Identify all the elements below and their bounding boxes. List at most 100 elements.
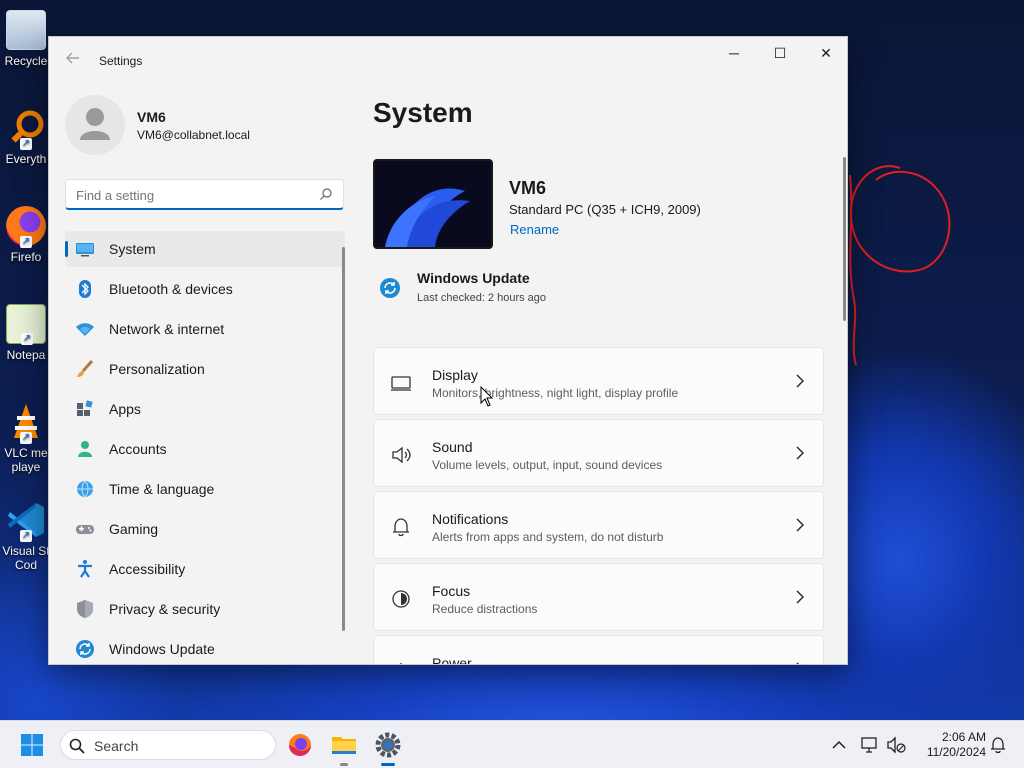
accessibility-icon — [78, 560, 92, 578]
device-name: VM6 — [509, 178, 547, 198]
sidebar-item-label: Personalization — [109, 361, 205, 377]
notification-bell-icon[interactable] — [988, 735, 1008, 755]
sidebar-item-label: Time & language — [109, 481, 215, 497]
sidebar-item-windows-update[interactable]: Windows Update — [65, 631, 345, 664]
device-model: Standard PC (Q35 + ICH9, 2009) — [509, 202, 701, 217]
shortcut-arrow-icon: ↗ — [20, 138, 32, 150]
desktop-icon-vscode[interactable]: ↗ Visual St Cod — [0, 500, 52, 572]
main-scrollbar[interactable] — [843, 157, 846, 321]
sidebar-item-accounts[interactable]: Accounts — [65, 431, 345, 467]
taskbar: Search 2:06 AM 11/20/2024 — [0, 720, 1024, 768]
chevron-right-icon — [796, 518, 805, 532]
rename-link[interactable]: Rename — [510, 222, 559, 237]
sidebar-item-label: Privacy & security — [109, 601, 221, 617]
sidebar-item-gaming[interactable]: Gaming — [65, 511, 345, 547]
profile-email: VM6@collabnet.local — [137, 128, 250, 142]
chevron-right-icon — [796, 662, 800, 664]
desktop-icon-label: Recycle — [4, 54, 48, 68]
windows-bloom-image — [375, 161, 491, 247]
search-input[interactable] — [76, 186, 306, 204]
card-title: Sound — [432, 439, 473, 455]
sidebar-item-label: Gaming — [109, 521, 159, 537]
red-scribble-annotation — [840, 165, 951, 366]
apps-icon — [77, 400, 93, 416]
windows-update-status: Last checked: 2 hours ago — [417, 292, 547, 304]
card-subtitle: Reduce distractions — [432, 602, 538, 616]
power-card[interactable]: Power — [373, 635, 824, 665]
desktop-icon-notepad[interactable]: ↗ Notepa — [0, 304, 52, 362]
card-title: Power — [432, 655, 472, 665]
sidebar-item-privacy-security[interactable]: Privacy & security — [65, 591, 345, 627]
sidebar-item-accessibility[interactable]: Accessibility — [65, 551, 345, 587]
card-title: Focus — [432, 583, 471, 599]
windows-start-icon[interactable] — [20, 733, 44, 757]
speaker-icon — [392, 446, 411, 464]
shortcut-arrow-icon: ↗ — [20, 432, 32, 444]
taskbar-firefox[interactable] — [284, 729, 316, 761]
sidebar-item-label: Apps — [109, 401, 141, 417]
notepad-plus-plus-icon: ↗ — [6, 304, 46, 345]
desktop-icon-vlc[interactable]: ↗ VLC me playe — [0, 402, 52, 474]
display-card[interactable]: Display Monitors, brightness, night ligh… — [373, 347, 824, 415]
taskbar-search[interactable]: Search — [60, 730, 276, 760]
sidebar-item-label: Accessibility — [109, 561, 186, 577]
sidebar-nav: System Bluetooth & devices Network & int… — [65, 231, 345, 664]
settings-cards-list: Display Monitors, brightness, night ligh… — [373, 347, 824, 665]
avatar — [65, 95, 125, 155]
paintbrush-icon — [77, 359, 94, 377]
wifi-icon — [76, 323, 94, 336]
notifications-card[interactable]: Notifications Alerts from apps and syste… — [373, 491, 824, 559]
system-clock[interactable]: 2:06 AM 11/20/2024 — [912, 730, 986, 760]
everything-search-icon: ↗ — [6, 108, 46, 150]
sidebar-item-bluetooth[interactable]: Bluetooth & devices — [65, 271, 345, 307]
taskbar-settings[interactable] — [372, 729, 404, 766]
sidebar-item-label: Network & internet — [109, 321, 225, 337]
firefox-icon: ↗ — [6, 206, 46, 248]
network-icon[interactable] — [860, 735, 880, 755]
clock-time: 2:06 AM — [941, 730, 986, 744]
sidebar-item-time-language[interactable]: Time & language — [65, 471, 345, 507]
card-subtitle: Alerts from apps and system, do not dist… — [432, 530, 664, 544]
back-button[interactable] — [63, 51, 83, 71]
shortcut-arrow-icon: ↗ — [21, 333, 33, 345]
sidebar-scrollbar[interactable] — [342, 247, 345, 631]
windows-update-icon — [380, 278, 400, 298]
close-button[interactable]: ✕ — [803, 37, 847, 69]
windows-update-title[interactable]: Windows Update — [417, 270, 530, 286]
volume-muted-icon[interactable] — [886, 735, 906, 755]
minimize-button[interactable]: ─ — [711, 37, 757, 69]
taskbar-file-explorer[interactable] — [328, 729, 360, 766]
card-title: Notifications — [432, 511, 509, 527]
focus-card[interactable]: Focus Reduce distractions — [373, 563, 824, 631]
file-explorer-icon — [332, 737, 356, 754]
focus-icon — [392, 590, 410, 608]
card-subtitle: Volume levels, output, input, sound devi… — [432, 458, 663, 472]
shortcut-arrow-icon: ↗ — [20, 236, 32, 248]
sidebar-item-network[interactable]: Network & internet — [65, 311, 345, 347]
shortcut-arrow-icon: ↗ — [20, 530, 32, 542]
taskbar-search-label: Search — [94, 738, 139, 754]
device-wallpaper-thumbnail — [373, 159, 493, 249]
user-profile[interactable]: VM6 VM6@collabnet.local — [65, 95, 345, 155]
desktop-icon-everything[interactable]: ↗ Everyth — [0, 108, 52, 166]
sidebar-item-label: System — [109, 241, 156, 257]
settings-gear-icon — [375, 732, 401, 758]
sound-card[interactable]: Sound Volume levels, output, input, soun… — [373, 419, 824, 487]
sidebar-item-apps[interactable]: Apps — [65, 391, 345, 427]
running-indicator — [381, 763, 395, 766]
globe-clock-icon — [77, 480, 93, 498]
sidebar-item-personalization[interactable]: Personalization — [65, 351, 345, 387]
desktop-icon-recycle-bin[interactable]: Recycle — [0, 10, 52, 68]
chevron-right-icon — [796, 446, 805, 460]
monitor-icon — [391, 376, 411, 391]
profile-name: VM6 — [137, 109, 166, 125]
active-indicator — [65, 241, 68, 257]
chevron-up-icon[interactable] — [829, 735, 849, 755]
title-bar[interactable]: Settings ─ ☐ ✕ — [49, 37, 847, 85]
maximize-button[interactable]: ☐ — [757, 37, 803, 69]
find-setting-search[interactable] — [65, 179, 344, 210]
desktop-icon-firefox[interactable]: ↗ Firefo — [0, 206, 52, 264]
settings-window: Settings ─ ☐ ✕ VM6 VM6@collabnet.local S… — [48, 36, 848, 665]
search-icon — [320, 188, 332, 200]
sidebar-item-system[interactable]: System — [65, 231, 345, 267]
